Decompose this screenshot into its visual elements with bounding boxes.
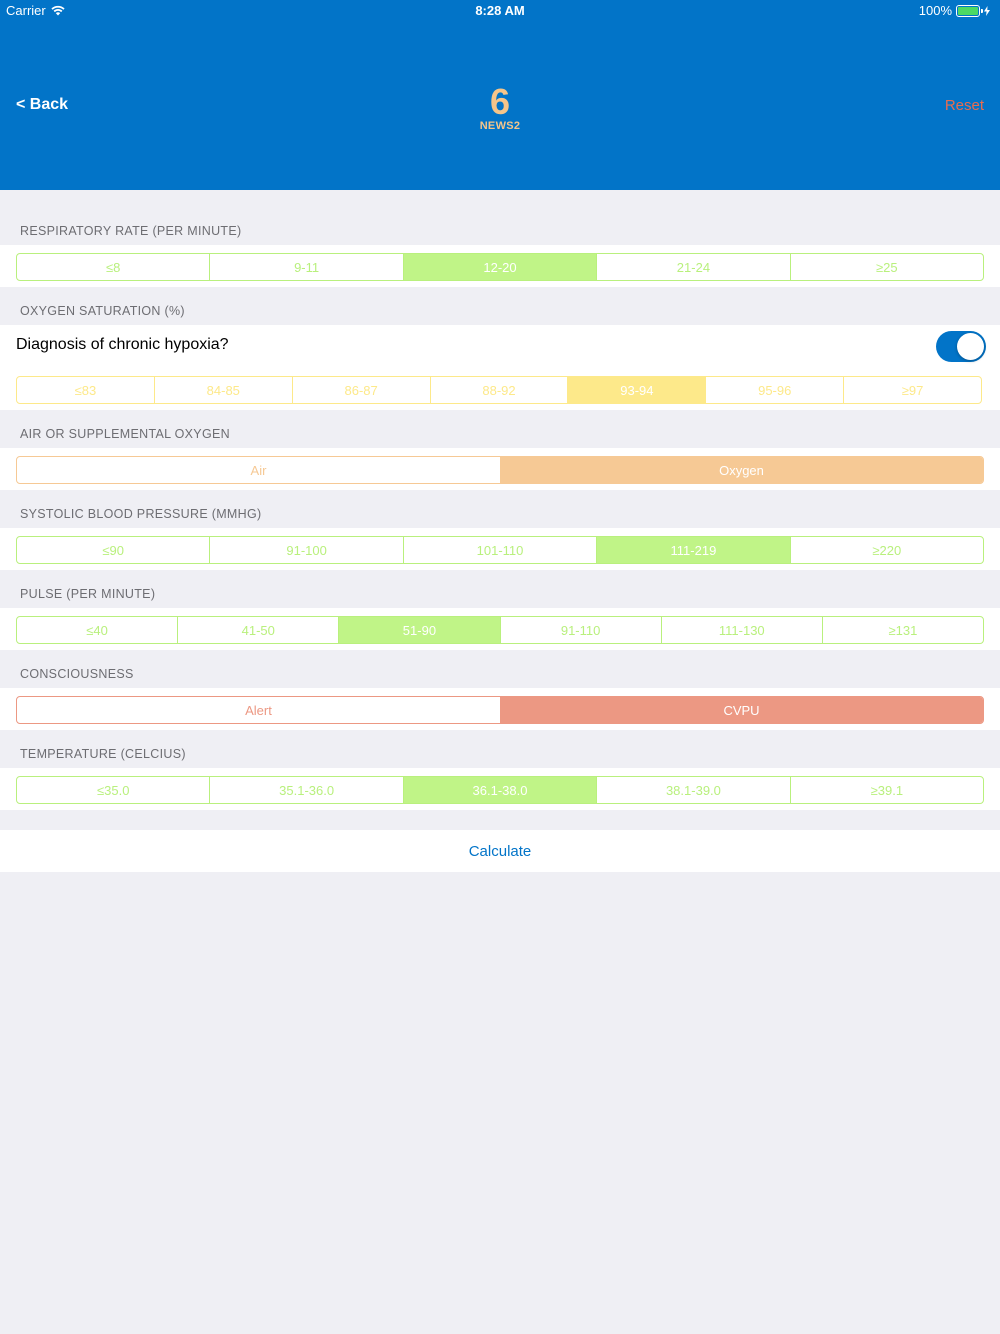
temperature-option[interactable]: 35.1-36.0: [209, 777, 402, 803]
toggle-knob: [957, 333, 984, 360]
systolic-option[interactable]: ≤90: [17, 537, 209, 563]
pulse-option[interactable]: ≥131: [821, 617, 983, 643]
charging-bolt-icon: [984, 5, 990, 16]
air-oxygen-segmented-control: Air Oxygen: [16, 456, 984, 484]
respiratory-option[interactable]: 21-24: [596, 254, 789, 280]
air-oxygen-option[interactable]: Air: [17, 457, 500, 483]
temperature-option[interactable]: 38.1-39.0: [596, 777, 789, 803]
systolic-option[interactable]: ≥220: [789, 537, 983, 563]
oxygen-sat-option[interactable]: 93-94: [567, 377, 706, 403]
oxygen-sat-option[interactable]: 84-85: [153, 377, 292, 403]
respiratory-option[interactable]: ≤8: [17, 254, 209, 280]
oxygen-sat-option[interactable]: 88-92: [429, 377, 568, 403]
score-label: NEWS2: [479, 120, 521, 132]
respiratory-option[interactable]: 12-20: [402, 254, 597, 280]
oxygen-sat-option[interactable]: 95-96: [705, 377, 843, 403]
systolic-title: SYSTOLIC BLOOD PRESSURE (MMHG): [20, 507, 262, 521]
status-battery-group: 100%: [919, 3, 990, 18]
systolic-option[interactable]: 101-110: [402, 537, 596, 563]
hypoxia-label: Diagnosis of chronic hypoxia?: [16, 336, 229, 353]
pulse-title: PULSE (PER MINUTE): [20, 587, 156, 601]
pulse-option[interactable]: 111-130: [660, 617, 822, 643]
header-bar: Carrier 8:28 AM 100% < Back 6 NEWS2 Rese…: [0, 0, 1000, 190]
temperature-option[interactable]: 36.1-38.0: [402, 777, 597, 803]
pulse-option[interactable]: 91-110: [499, 617, 661, 643]
respiratory-title: RESPIRATORY RATE (PER MINUTE): [20, 224, 242, 238]
battery-percent: 100%: [918, 3, 952, 18]
oxygen-sat-option[interactable]: ≥97: [843, 377, 981, 403]
pulse-option[interactable]: 41-50: [177, 617, 338, 643]
oxygen-sat-option[interactable]: ≤83: [17, 377, 154, 403]
oxygen-saturation-segmented-control: ≤83 84-85 86-87 88-92 93-94 95-96 ≥97: [16, 376, 982, 404]
temperature-option[interactable]: ≤35.0: [17, 777, 209, 803]
systolic-option[interactable]: 91-100: [209, 537, 402, 563]
score-display: 6 NEWS2: [0, 81, 1000, 133]
temperature-title: TEMPERATURE (CELCIUS): [20, 747, 186, 761]
air-oxygen-option[interactable]: Oxygen: [500, 457, 983, 483]
respiratory-option[interactable]: 9-11: [209, 254, 402, 280]
respiratory-option[interactable]: ≥25: [789, 254, 983, 280]
respiratory-segmented-control: ≤8 9-11 12-20 21-24 ≥25: [16, 253, 984, 281]
status-bar: Carrier 8:28 AM 100%: [0, 0, 1000, 22]
pulse-segmented-control: ≤40 41-50 51-90 91-110 111-130 ≥131: [16, 616, 984, 644]
consciousness-title: CONSCIOUSNESS: [20, 667, 134, 681]
calculate-button[interactable]: Calculate: [0, 843, 1000, 860]
score-value: 6: [489, 81, 511, 122]
consciousness-option[interactable]: Alert: [17, 697, 500, 723]
pulse-option[interactable]: 51-90: [338, 617, 500, 643]
battery-icon: [956, 4, 983, 17]
air-oxygen-title: AIR OR SUPPLEMENTAL OXYGEN: [20, 427, 230, 441]
temperature-segmented-control: ≤35.0 35.1-36.0 36.1-38.0 38.1-39.0 ≥39.1: [16, 776, 984, 804]
temperature-option[interactable]: ≥39.1: [789, 777, 983, 803]
pulse-option[interactable]: ≤40: [17, 617, 177, 643]
systolic-segmented-control: ≤90 91-100 101-110 111-219 ≥220: [16, 536, 984, 564]
systolic-option[interactable]: 111-219: [596, 537, 790, 563]
oxygen-saturation-title: OXYGEN SATURATION (%): [20, 304, 185, 318]
consciousness-option[interactable]: CVPU: [500, 697, 983, 723]
consciousness-segmented-control: Alert CVPU: [16, 696, 984, 724]
status-time: 8:28 AM: [475, 3, 525, 18]
hypoxia-toggle[interactable]: [936, 331, 986, 362]
oxygen-sat-option[interactable]: 86-87: [291, 377, 430, 403]
calculate-row: Calculate: [0, 830, 1000, 872]
reset-button[interactable]: Reset: [945, 97, 984, 114]
